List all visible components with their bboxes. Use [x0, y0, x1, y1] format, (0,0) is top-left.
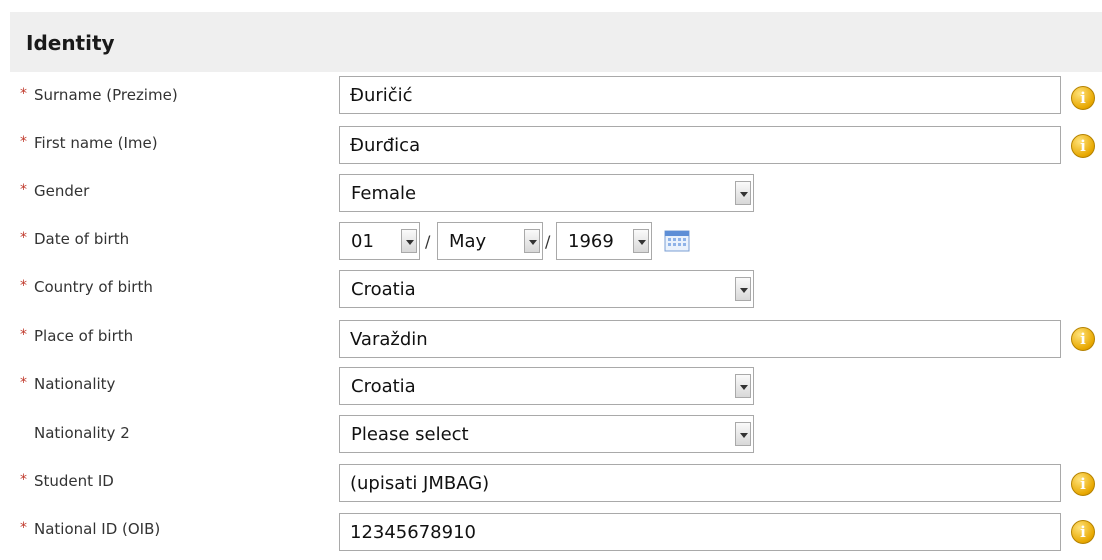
section-header: Identity	[10, 12, 1102, 72]
calendar-icon[interactable]	[664, 230, 690, 252]
gender-label: Gender	[34, 182, 90, 200]
nationality-2-label: Nationality 2	[34, 424, 130, 442]
required-marker: *	[20, 182, 27, 198]
place-of-birth-input[interactable]	[339, 320, 1061, 358]
gender-select[interactable]: Female	[339, 174, 754, 212]
info-icon[interactable]: i	[1071, 472, 1095, 496]
required-marker: *	[20, 134, 27, 150]
nationality-label: Nationality	[34, 375, 116, 393]
section-title: Identity	[26, 31, 115, 55]
info-icon[interactable]: i	[1071, 86, 1095, 110]
student-id-label: Student ID	[34, 472, 114, 490]
national-id-label: National ID (OIB)	[34, 520, 161, 538]
required-marker: *	[20, 472, 27, 488]
gender-value: Female	[351, 183, 417, 204]
required-marker: *	[20, 327, 27, 343]
dob-year-select[interactable]: 1969	[556, 222, 652, 260]
identity-form: Identity * Surname (Prezime) i * First n…	[0, 0, 1102, 551]
chevron-down-icon[interactable]	[524, 229, 540, 253]
chevron-down-icon[interactable]	[401, 229, 417, 253]
dob-year-value: 1969	[568, 231, 614, 252]
chevron-down-icon[interactable]	[735, 277, 751, 301]
country-of-birth-select[interactable]: Croatia	[339, 270, 754, 308]
info-icon[interactable]: i	[1071, 520, 1095, 544]
nationality-2-value: Please select	[351, 424, 469, 445]
required-marker: *	[20, 278, 27, 294]
place-of-birth-label: Place of birth	[34, 327, 134, 345]
chevron-down-icon[interactable]	[735, 374, 751, 398]
dob-day-select[interactable]: 01	[339, 222, 420, 260]
dob-day-value: 01	[351, 231, 374, 252]
dob-label: Date of birth	[34, 230, 130, 248]
required-marker: *	[20, 230, 27, 246]
first-name-input[interactable]	[339, 126, 1061, 164]
dob-month-select[interactable]: May	[437, 222, 543, 260]
chevron-down-icon[interactable]	[633, 229, 649, 253]
student-id-input[interactable]	[339, 464, 1061, 502]
surname-input[interactable]	[339, 76, 1061, 114]
dob-row: * Date of birth	[0, 230, 1102, 270]
chevron-down-icon[interactable]	[735, 422, 751, 446]
chevron-down-icon[interactable]	[735, 181, 751, 205]
date-separator: /	[425, 232, 431, 251]
country-of-birth-value: Croatia	[351, 279, 416, 300]
required-marker: *	[20, 375, 27, 391]
nationality-2-select[interactable]: Please select	[339, 415, 754, 453]
info-icon[interactable]: i	[1071, 134, 1095, 158]
date-separator: /	[545, 232, 551, 251]
dob-month-value: May	[449, 231, 487, 252]
national-id-input[interactable]	[339, 513, 1061, 551]
country-of-birth-label: Country of birth	[34, 278, 153, 296]
first-name-label: First name (Ime)	[34, 134, 158, 152]
surname-label: Surname (Prezime)	[34, 86, 178, 104]
info-icon[interactable]: i	[1071, 327, 1095, 351]
nationality-value: Croatia	[351, 376, 416, 397]
nationality-select[interactable]: Croatia	[339, 367, 754, 405]
required-marker: *	[20, 520, 27, 536]
required-marker: *	[20, 86, 27, 102]
